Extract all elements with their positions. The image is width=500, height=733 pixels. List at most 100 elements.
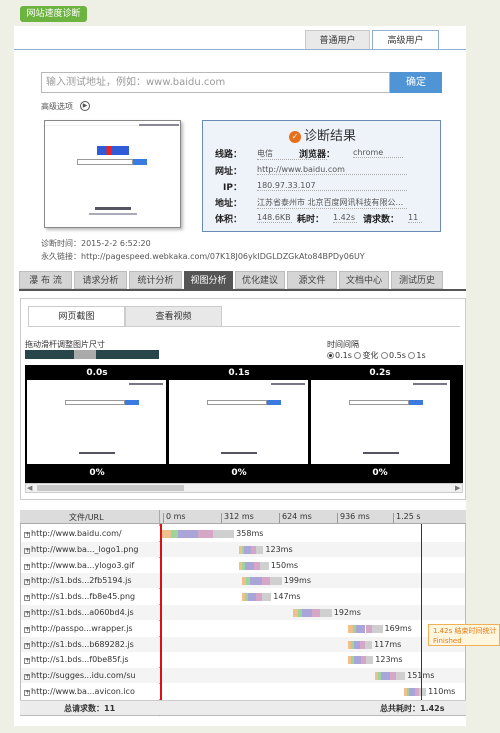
request-url[interactable]: +http://www.ba...avicon.ico (24, 687, 135, 696)
request-url[interactable]: +http://s1.bds...a060bd4.js (24, 608, 134, 617)
size-value: 148.6KB (257, 213, 292, 223)
expand-icon[interactable]: + (24, 532, 30, 538)
radio-0-5s[interactable] (380, 352, 388, 359)
request-url-text: http://www.ba...ylogo3.gif (31, 560, 135, 570)
result-title: ✓ 诊断结果 (203, 125, 442, 144)
request-url-text: http://www.ba...avicon.ico (31, 687, 135, 696)
timing-segment (269, 577, 282, 586)
submit-button[interactable]: 确定 (390, 72, 442, 93)
timing-segment (353, 656, 361, 665)
tab-waterfall[interactable]: 瀑 布 流 (19, 271, 72, 289)
request-url[interactable]: +http://s1.bds...2fb5194.js (24, 576, 132, 586)
ip-value: 180.97.33.107 (257, 181, 407, 191)
timing-segment (365, 656, 374, 665)
tab-advanced-user[interactable]: 高级用户 (372, 30, 439, 50)
expand-icon[interactable]: + (24, 579, 30, 586)
interval-options: 0.1s 变化 0.5s 1s (327, 350, 426, 361)
time-tick-label: 1.25 s (396, 512, 421, 521)
duration-label: 117ms (374, 639, 402, 649)
timing-bar (293, 609, 332, 617)
radio-label: 1s (416, 351, 426, 360)
timing-segment (198, 530, 213, 538)
subtab-divider (28, 326, 460, 327)
timing-segment (255, 545, 264, 554)
browser-value: chrome (353, 148, 403, 158)
expand-icon[interactable]: + (24, 690, 30, 696)
duration-label: 123ms (375, 655, 403, 665)
request-url-text: http://s1.bds...a060bd4.js (31, 608, 134, 617)
timing-bar (374, 672, 406, 681)
tab-history[interactable]: 测试历史 (391, 271, 443, 289)
play-icon[interactable]: ▶ (80, 101, 90, 111)
tab-video[interactable]: 查看视频 (125, 306, 222, 326)
timing-segment (355, 624, 366, 633)
timing-bar (241, 577, 282, 586)
tab-screenshots[interactable]: 网页截图 (28, 306, 125, 326)
timing-bar (403, 688, 427, 696)
request-url-text: http://www.baidu.com/ (31, 529, 122, 538)
page-title-badge: 网站速度诊断 (20, 6, 87, 22)
request-url[interactable]: +http://www.ba...ylogo3.gif (24, 561, 134, 570)
permalink[interactable]: 永久链接：http://pagespeed.webkaka.com/07K18J… (41, 251, 365, 262)
request-url-text: http://s1.bds...2fb5194.js (31, 576, 132, 586)
expand-icon[interactable]: + (24, 674, 30, 681)
frame-time: 0.2s (369, 368, 391, 378)
timing-bar (238, 561, 269, 570)
scroll-left-icon[interactable]: ◀ (27, 484, 32, 492)
size-slider-handle[interactable] (74, 350, 96, 359)
tab-stats-analysis[interactable]: 统计分析 (129, 271, 182, 289)
tab-source-files[interactable]: 源文件 (287, 271, 337, 289)
timing-bar (238, 545, 264, 554)
expand-icon[interactable]: + (24, 563, 30, 570)
result-box: ✓ 诊断结果 线路： 电信 浏览器： chrome 网址： http://www.… (202, 120, 441, 232)
request-url-text: http://s1.bds...b689282.js (31, 639, 134, 649)
request-url-text: http://passpo...wrapper.js (31, 623, 133, 633)
nav-divider (19, 289, 466, 291)
radio-label: 0.5s (388, 351, 406, 360)
request-url[interactable]: +http://www.ba..._logo1.png (24, 545, 139, 554)
radio-change[interactable] (354, 352, 362, 359)
timing-segment (364, 640, 373, 649)
expand-icon[interactable]: + (24, 626, 30, 633)
request-url[interactable]: +http://sugges...idu.com/su (24, 671, 136, 681)
ip-label: IP： (223, 183, 242, 193)
expand-icon[interactable]: + (24, 547, 30, 554)
expand-icon[interactable]: + (24, 658, 30, 665)
req-value: 11 (408, 213, 422, 223)
timing-segment (212, 530, 235, 538)
advanced-options-label[interactable]: 高级选项 (41, 101, 73, 112)
tab-view-analysis[interactable]: 视图分析 (184, 271, 233, 289)
request-url-text: http://s1.bds...fb8e45.png (31, 592, 136, 602)
tab-normal-user[interactable]: 普通用户 (305, 30, 370, 50)
radio-1s[interactable] (408, 352, 416, 359)
expand-icon[interactable]: + (24, 595, 30, 602)
timing-segment (381, 672, 390, 681)
duration-label: 192ms (333, 608, 361, 617)
url-input[interactable]: 输入测试地址，例如：www.baidu.com (41, 72, 390, 93)
request-url[interactable]: +http://s1.bds...fb8e45.png (24, 592, 136, 602)
expand-icon[interactable]: + (24, 642, 30, 649)
timing-segment (320, 609, 332, 617)
tick-mark (163, 513, 164, 523)
tab-optimization[interactable]: 优化建议 (235, 271, 285, 289)
radio-0-1s[interactable] (327, 352, 334, 359)
request-url[interactable]: +http://s1.bds...f0be85f.js (24, 655, 129, 665)
line-label: 线路： (215, 150, 243, 160)
request-url[interactable]: +http://www.baidu.com/ (24, 529, 122, 538)
duration-label: 147ms (273, 592, 301, 602)
tab-request-analysis[interactable]: 请求分析 (74, 271, 127, 289)
radio-label: 变化 (362, 351, 379, 360)
time-tick-label: 0 ms (166, 512, 186, 521)
tab-docs[interactable]: 文档中心 (339, 271, 389, 289)
request-url[interactable]: +http://passpo...wrapper.js (24, 624, 133, 633)
timing-bar (241, 593, 272, 602)
start-marker-line (160, 524, 162, 700)
request-url-text: http://www.ba..._logo1.png (31, 544, 139, 554)
finish-marker-line (421, 524, 422, 700)
request-url[interactable]: +http://s1.bds...b689282.js (24, 640, 134, 649)
scroll-right-icon[interactable]: ▶ (455, 484, 460, 492)
scrollbar-thumb[interactable] (37, 485, 184, 491)
timing-segment (395, 672, 406, 681)
expand-icon[interactable]: + (24, 611, 30, 617)
frame-time: 0.1s (228, 368, 250, 378)
